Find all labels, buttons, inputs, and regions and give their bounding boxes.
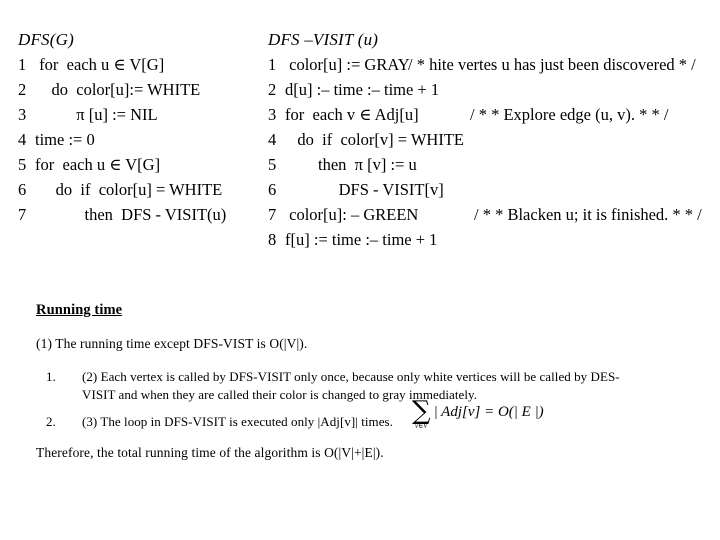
- line-number: 1: [268, 55, 277, 74]
- pseudocode-line: 3 for each v ∈ Adj[u] / * * Explore edge…: [268, 102, 720, 127]
- line-number: 7: [18, 205, 27, 224]
- list-item: 1. (2) Each vertex is called by DFS-VISI…: [36, 368, 686, 403]
- line-text: do color[u]:= WHITE: [35, 80, 201, 99]
- line-text: π [u] := NIL: [35, 105, 158, 124]
- running-time-point-1: (1) The running time except DFS-VIST is …: [36, 336, 308, 351]
- line-number: 2: [268, 80, 277, 99]
- pseudocode-title-dfs-visit: DFS –VISIT (u): [268, 30, 379, 49]
- line-text: d[u] :– time :– time + 1: [285, 80, 440, 99]
- pseudocode-line: 6 DFS - VISIT[v]: [268, 177, 720, 202]
- pseudocode-line: 8 f[u] := time :– time + 1: [268, 227, 720, 252]
- line-number: 8: [268, 230, 277, 249]
- pseudocode-line: 7 then DFS - VISIT(u): [18, 202, 280, 227]
- line-number: 4: [268, 130, 277, 149]
- line-number: 3: [268, 105, 277, 124]
- line-text: color[u] := GRAY: [285, 55, 410, 74]
- pseudocode-title-dfs-g: DFS(G): [18, 30, 74, 49]
- line-text: for each u ∈ V[G]: [35, 155, 161, 174]
- line-number: 3: [18, 105, 27, 124]
- line-text: f[u] := time :– time + 1: [285, 230, 438, 249]
- pseudocode-line: 4 time := 0: [18, 127, 280, 152]
- list-item-marker: 2.: [46, 414, 56, 429]
- pseudocode-line: 4 do if color[v] = WHITE: [268, 127, 720, 152]
- summation-formula: ∑ v∈V | Adj[v] = O(| E |): [412, 396, 544, 430]
- pseudocode-block-dfs-g: DFS(G) 1 for each u ∈ V[G] 2 do color[u]…: [18, 28, 280, 227]
- pseudocode-line: 3 π [u] := NIL: [18, 102, 280, 127]
- line-number: 6: [268, 180, 277, 199]
- line-comment: / * hite vertes u has just been discover…: [408, 55, 696, 74]
- pseudocode-line: 2 do color[u]:= WHITE: [18, 77, 280, 102]
- sigma-icon: ∑: [412, 396, 431, 426]
- line-number: 7: [268, 205, 277, 224]
- line-number: 4: [18, 130, 27, 149]
- pseudocode-line: 5 then π [v] := u: [268, 152, 720, 177]
- pseudocode-line: 1 color[u] := GRAY / * hite vertes u has…: [268, 52, 720, 77]
- running-time-heading: Running time: [36, 302, 123, 318]
- line-text: DFS - VISIT[v]: [285, 180, 444, 199]
- line-text: then π [v] := u: [285, 155, 417, 174]
- line-text: do if color[u] = WHITE: [35, 180, 223, 199]
- pseudocode-block-dfs-visit: DFS –VISIT (u) 1 color[u] := GRAY / * hi…: [268, 28, 720, 252]
- running-time-conclusion: Therefore, the total running time of the…: [36, 444, 384, 460]
- sigma-group: ∑ v∈V: [412, 396, 431, 430]
- pseudocode-line: 1 for each u ∈ V[G]: [18, 52, 280, 77]
- pseudocode-line: 2 d[u] :– time :– time + 1: [268, 77, 720, 102]
- line-number: 2: [18, 80, 27, 99]
- line-text: for each v ∈ Adj[u]: [285, 105, 419, 124]
- line-number: 6: [18, 180, 27, 199]
- line-number: 5: [268, 155, 277, 174]
- running-time-section: Running time (1) The running time except…: [36, 300, 686, 462]
- line-comment: / * * Blacken u; it is finished. * * /: [474, 205, 702, 224]
- line-text: then DFS - VISIT(u): [35, 205, 227, 224]
- line-number: 1: [18, 55, 27, 74]
- slide-canvas: DFS(G) 1 for each u ∈ V[G] 2 do color[u]…: [0, 0, 720, 540]
- line-number: 5: [18, 155, 27, 174]
- pseudocode-line: 5 for each u ∈ V[G]: [18, 152, 280, 177]
- summation-formula-body: | Adj[v] = O(| E |): [433, 404, 544, 420]
- sigma-subscript: v∈V: [414, 422, 428, 430]
- list-item-text: (3) The loop in DFS-VISIT is executed on…: [82, 414, 393, 429]
- running-time-list: 1. (2) Each vertex is called by DFS-VISI…: [36, 368, 686, 431]
- list-item-marker: 1.: [46, 369, 56, 384]
- list-item: 2. (3) The loop in DFS-VISIT is executed…: [36, 413, 686, 431]
- pseudocode-line: 7 color[u]: – GREEN / * * Blacken u; it …: [268, 202, 720, 227]
- line-text: do if color[v] = WHITE: [285, 130, 464, 149]
- line-text: for each u ∈ V[G]: [35, 55, 165, 74]
- line-text: color[u]: – GREEN: [285, 205, 419, 224]
- pseudocode-line: 6 do if color[u] = WHITE: [18, 177, 280, 202]
- list-item-text: (2) Each vertex is called by DFS-VISIT o…: [82, 369, 620, 402]
- line-text: time := 0: [35, 130, 95, 149]
- line-comment: / * * Explore edge (u, v). * * /: [470, 105, 669, 124]
